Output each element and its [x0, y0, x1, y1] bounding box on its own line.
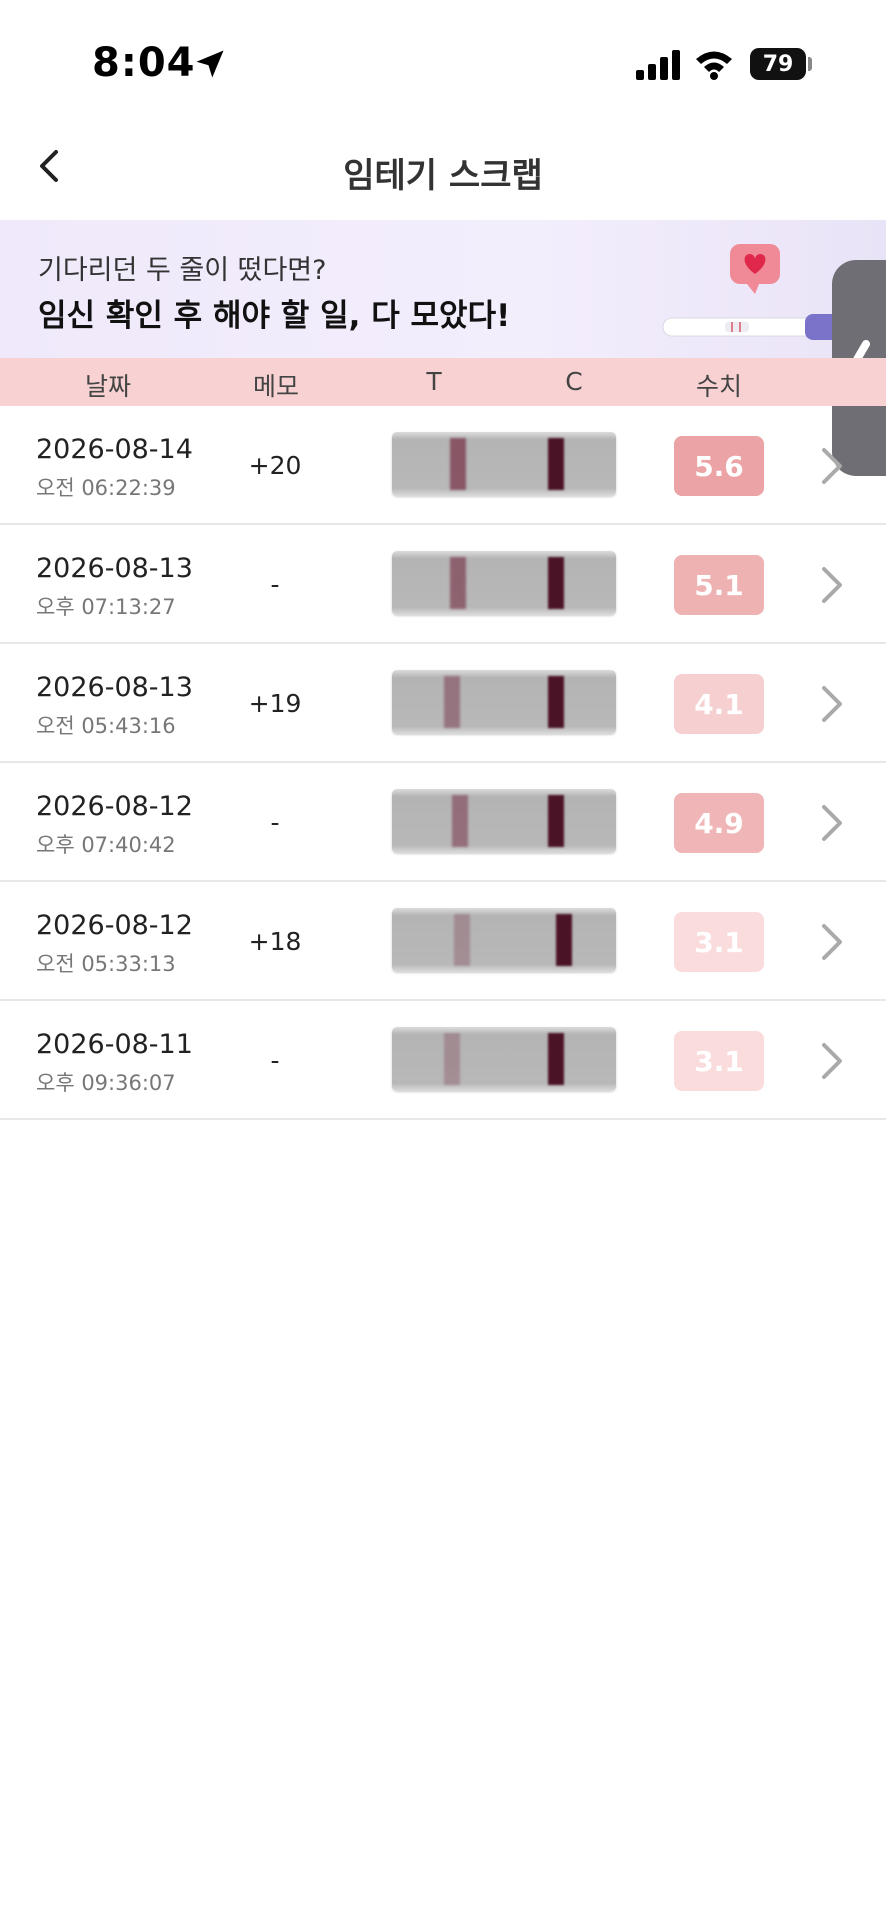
- row-memo: +19: [248, 689, 302, 718]
- banner-headline: 임신 확인 후 해야 할 일, 다 모았다!: [38, 298, 511, 334]
- pregnancy-test-illustration: [662, 244, 855, 340]
- c-line: [548, 438, 564, 490]
- value-badge: 5.6: [674, 436, 764, 496]
- table-row[interactable]: 2026-08-13 오전 05:43:16 +19 4.1: [0, 644, 886, 763]
- row-time: 오전 05:33:13: [36, 952, 176, 976]
- value-badge: 3.1: [674, 912, 764, 972]
- row-date: 2026-08-12: [36, 910, 193, 941]
- row-time: 오후 07:13:27: [36, 595, 176, 619]
- value-badge: 4.1: [674, 674, 764, 734]
- t-line: [452, 795, 468, 847]
- row-time: 오후 07:40:42: [36, 833, 176, 857]
- row-date: 2026-08-12: [36, 791, 193, 822]
- row-date: 2026-08-14: [36, 434, 193, 465]
- chevron-right-icon: [822, 686, 842, 722]
- status-time: 8:04: [92, 40, 196, 86]
- scrap-list: 2026-08-14 오전 06:22:39 +20 5.6 2026-08-1…: [0, 406, 886, 1120]
- row-time: 오전 06:22:39: [36, 476, 176, 500]
- value-badge: 4.9: [674, 793, 764, 853]
- table-header: 날짜 메모 T C 수치: [0, 358, 886, 406]
- row-memo: +18: [248, 927, 302, 956]
- banner-subtitle: 기다리던 두 줄이 떴다면?: [38, 255, 327, 286]
- table-row[interactable]: 2026-08-11 오후 09:36:07 - 3.1: [0, 1001, 886, 1120]
- status-bar: 8:04 79: [0, 0, 886, 130]
- chevron-right-icon: [822, 448, 842, 484]
- battery-level: 79: [762, 51, 794, 77]
- chevron-right-icon: [822, 924, 842, 960]
- t-line: [444, 676, 460, 728]
- test-strip-image: [392, 432, 616, 496]
- row-memo: -: [270, 1046, 280, 1075]
- t-line: [450, 438, 466, 490]
- header: 임테기 스크랩: [0, 120, 886, 220]
- t-line: [444, 1033, 460, 1085]
- row-date: 2026-08-13: [36, 553, 193, 584]
- col-value: 수치: [695, 372, 743, 401]
- col-date: 날짜: [84, 372, 132, 401]
- row-date: 2026-08-11: [36, 1029, 193, 1060]
- c-line: [548, 795, 564, 847]
- test-strip-image: [392, 908, 616, 972]
- row-time: 오전 05:43:16: [36, 714, 176, 738]
- battery-indicator: 79: [750, 48, 806, 80]
- row-date: 2026-08-13: [36, 672, 193, 703]
- row-memo: -: [270, 808, 280, 837]
- location-arrow-icon: [196, 50, 224, 78]
- battery-cap: [808, 57, 812, 71]
- value-badge: 3.1: [674, 1031, 764, 1091]
- c-line: [556, 914, 572, 966]
- test-strip-image: [392, 670, 616, 734]
- chevron-right-icon: [822, 805, 842, 841]
- row-memo: +20: [248, 451, 302, 480]
- cellular-signal-icon: [636, 50, 680, 80]
- chevron-right-icon: [822, 1043, 842, 1079]
- c-line: [548, 557, 564, 609]
- test-strip-image: [392, 551, 616, 615]
- chevron-right-icon: [822, 567, 842, 603]
- table-row[interactable]: 2026-08-14 오전 06:22:39 +20 5.6: [0, 406, 886, 525]
- c-line: [548, 676, 564, 728]
- table-row[interactable]: 2026-08-12 오전 05:33:13 +18 3.1: [0, 882, 886, 1001]
- t-line: [450, 557, 466, 609]
- page-title: 임테기 스크랩: [343, 156, 543, 196]
- t-line: [454, 914, 470, 966]
- table-row[interactable]: 2026-08-13 오후 07:13:27 - 5.1: [0, 525, 886, 644]
- col-t: T: [426, 367, 442, 396]
- value-badge: 5.1: [674, 555, 764, 615]
- row-time: 오후 09:36:07: [36, 1071, 176, 1095]
- c-line: [548, 1033, 564, 1085]
- test-strip-image: [392, 1027, 616, 1091]
- col-c: C: [565, 367, 583, 396]
- wifi-icon: [696, 51, 732, 80]
- test-strip-image: [392, 789, 616, 853]
- table-row[interactable]: 2026-08-12 오후 07:40:42 - 4.9: [0, 763, 886, 882]
- col-memo: 메모: [252, 372, 300, 401]
- promo-banner[interactable]: 기다리던 두 줄이 떴다면? 임신 확인 후 해야 할 일, 다 모았다!: [0, 220, 886, 358]
- row-memo: -: [270, 570, 280, 599]
